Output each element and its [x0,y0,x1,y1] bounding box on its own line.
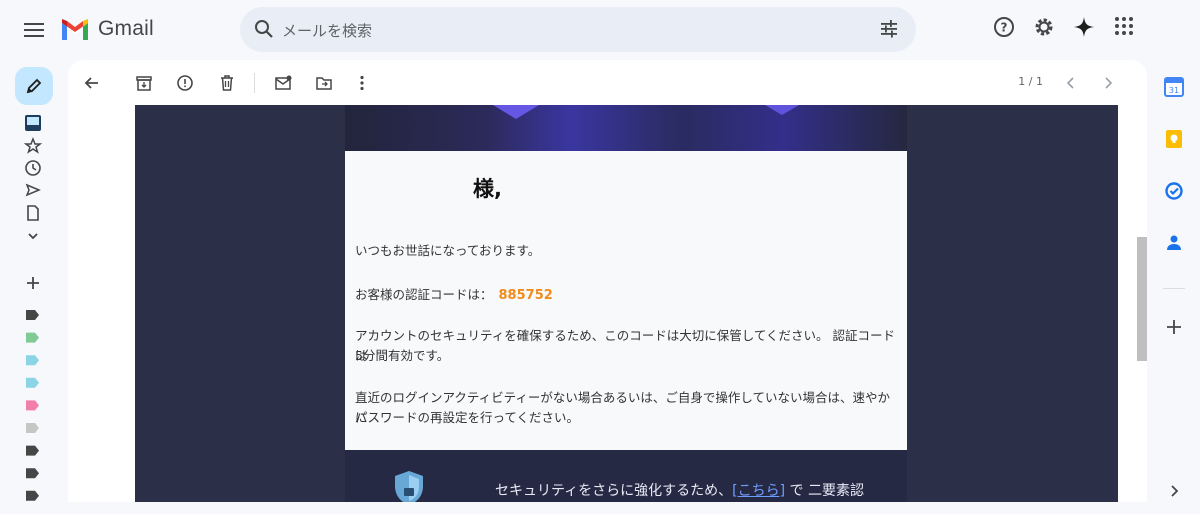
email-header-banner [345,105,907,151]
label-tag-icon[interactable] [26,377,39,388]
footer-pre: セキュリティをさらに強化するため、 [495,483,733,499]
email-line-3b: 5分間有効です。 [355,348,450,363]
report-spam-icon[interactable] [174,72,196,94]
svg-text:?: ? [1001,21,1008,35]
apps-grid-icon[interactable] [1114,16,1134,40]
gmail-logo[interactable]: Gmail [60,17,154,41]
verification-code-line: お客様の認証コードは： 885752 [355,285,895,306]
search-input[interactable]: メールを検索 [282,20,372,41]
search-icon[interactable] [253,18,275,44]
email-content-card: 様, いつもお世話になっております。 お客様の認証コードは： 885752 アカウ… [345,151,907,450]
email-footer: セキュリティをさらに強化するため、[こちら] で 二要素認 [345,450,907,502]
toolbar-divider [254,73,255,93]
label-tag-icon[interactable] [26,310,39,320]
tasks-check-icon[interactable] [1163,180,1185,202]
contacts-person-icon[interactable] [1163,232,1185,254]
gemini-sparkle-icon[interactable] [1073,16,1095,42]
newer-chevron-left-icon[interactable] [1060,72,1082,94]
more-options-icon[interactable] [351,72,373,94]
older-chevron-right-icon[interactable] [1097,72,1119,94]
label-tag-icon[interactable] [26,423,39,433]
verification-code: 885752 [498,288,553,303]
move-to-folder-icon[interactable] [313,72,335,94]
label-tag-icon[interactable] [26,490,39,501]
side-panel-divider [1163,288,1185,289]
message-toolbar: 1 / 1 [68,60,1147,105]
message-panel: 1 / 1 様, いつもお世話になっております。 お客様の認証コードは： 8857… [68,60,1147,502]
search-bar[interactable]: メールを検索 [240,7,916,52]
email-line-4b: パスワードの再設定を行ってください。 [355,410,580,425]
settings-gear-icon[interactable] [1033,16,1055,42]
footer-post: で 二要素認 [785,483,865,499]
gmail-m-icon [62,19,88,40]
email-body: 様, いつもお世話になっております。 お客様の認証コードは： 885752 アカウ… [135,105,1118,502]
email-line-1: いつもお世話になっております。 [355,243,541,258]
archive-icon[interactable] [133,72,155,94]
add-addon-plus-icon[interactable] [1163,316,1185,338]
svg-text:31: 31 [1169,86,1179,95]
top-bar: Gmail メールを検索 ? [0,0,1200,60]
label-tag-icon[interactable] [26,445,39,456]
search-options-icon[interactable] [878,18,900,44]
help-icon[interactable]: ? [993,16,1015,42]
label-tag-icon[interactable] [26,400,39,411]
label-tag-icon[interactable] [26,332,39,343]
footer-link[interactable]: [こちら] [732,483,785,499]
pagination-count: 1 / 1 [1018,75,1043,88]
expand-side-panel-chevron-icon[interactable] [1163,480,1185,502]
label-tag-icon[interactable] [26,355,39,366]
label-tag-icon[interactable] [26,468,39,479]
app-name: Gmail [98,17,154,40]
back-arrow-icon[interactable] [81,72,103,94]
scrollbar-thumb[interactable] [1137,237,1147,361]
delete-trash-icon[interactable] [216,72,238,94]
mark-unread-icon[interactable] [272,72,294,94]
calendar-icon[interactable]: 31 [1163,76,1185,98]
keep-bulb-icon[interactable] [1163,128,1185,150]
code-label: お客様の認証コードは： [355,287,493,302]
footer-text: セキュリティをさらに強化するため、[こちら] で 二要素認 [495,480,864,500]
label-list [26,310,39,501]
greeting: 様, [473,177,502,201]
security-shield-icon [389,468,429,502]
